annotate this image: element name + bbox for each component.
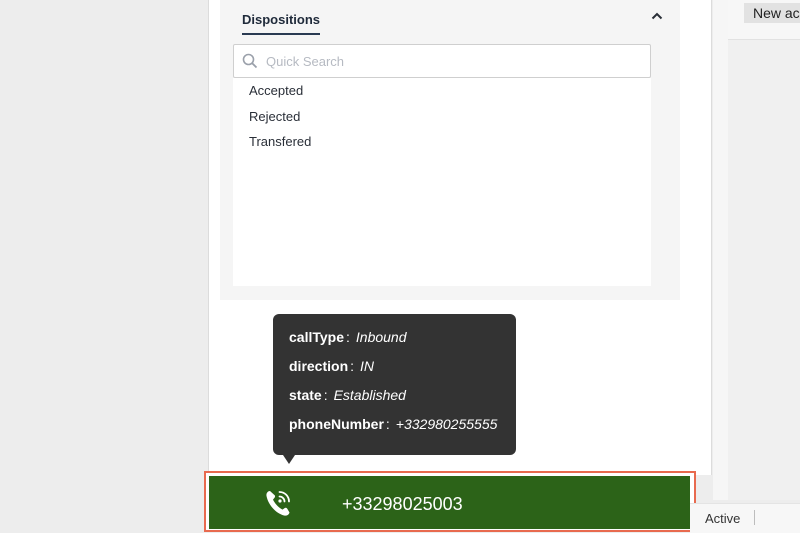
tooltip-key: phoneNumber bbox=[289, 416, 384, 432]
phone-call-glyph bbox=[266, 491, 290, 516]
active-call-bar[interactable]: +33298025003 bbox=[209, 476, 690, 529]
tooltip-key: callType bbox=[289, 329, 344, 345]
disposition-list: Accepted Rejected Transfered bbox=[233, 78, 651, 286]
tooltip-row-state: state: Established bbox=[289, 386, 500, 415]
status-text: Active bbox=[705, 511, 741, 526]
call-phone-number: +33298025003 bbox=[342, 494, 463, 514]
new-activity-button[interactable]: New ac bbox=[744, 3, 800, 23]
disposition-item-accepted[interactable]: Accepted bbox=[233, 78, 651, 104]
disposition-item-transfered[interactable]: Transfered bbox=[233, 129, 651, 155]
panel-divider bbox=[713, 0, 728, 500]
right-pane bbox=[728, 0, 800, 500]
tooltip-key: state bbox=[289, 387, 322, 403]
collapse-button[interactable] bbox=[648, 8, 666, 24]
dispositions-tab[interactable]: Dispositions bbox=[242, 12, 321, 35]
tooltip-arrow bbox=[283, 455, 295, 464]
tooltip-value: +332980255555 bbox=[395, 416, 498, 432]
chevron-up-icon bbox=[651, 12, 663, 20]
tooltip-key: direction bbox=[289, 358, 349, 374]
phone-call-icon[interactable] bbox=[261, 486, 295, 520]
quick-search-field[interactable] bbox=[233, 44, 651, 78]
search-icon bbox=[242, 53, 258, 69]
call-info-tooltip: callType: Inbound direction: IN state: Esta… bbox=[273, 314, 516, 455]
left-gutter bbox=[0, 0, 208, 533]
tooltip-value: IN bbox=[360, 358, 375, 374]
status-divider bbox=[754, 510, 755, 525]
disposition-item-rejected[interactable]: Rejected bbox=[233, 104, 651, 130]
tooltip-separator: : bbox=[385, 416, 390, 432]
tooltip-row-direction: direction: IN bbox=[289, 357, 500, 386]
tooltip-separator: : bbox=[323, 387, 328, 403]
tooltip-separator: : bbox=[350, 358, 355, 374]
tooltip-separator: : bbox=[346, 329, 350, 345]
tooltip-row-calltype: callType: Inbound bbox=[289, 328, 500, 357]
tooltip-value: Established bbox=[333, 387, 406, 403]
tooltip-value: Inbound bbox=[355, 329, 407, 345]
dispositions-section: Dispositions Accepted Rejected Transfere… bbox=[220, 0, 680, 300]
tooltip-row-phonenumber: phoneNumber: +332980255555 bbox=[289, 415, 500, 444]
quick-search-input[interactable] bbox=[266, 53, 636, 69]
